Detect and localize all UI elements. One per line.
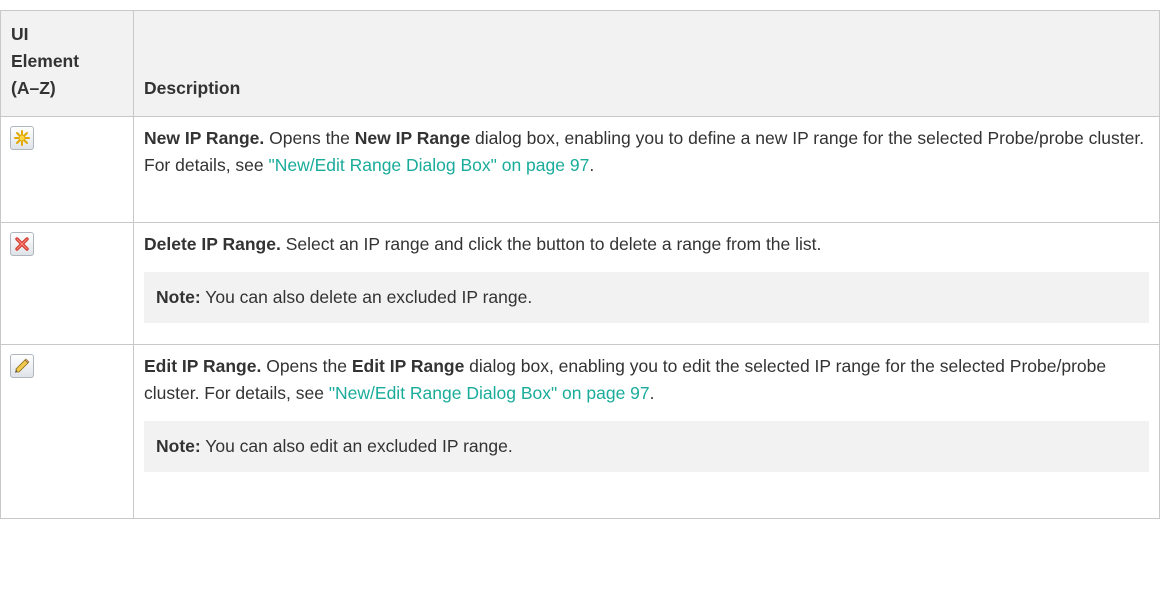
text-segment: . — [649, 383, 655, 403]
page: UI Element (A–Z) Description New IP Rang… — [0, 0, 1162, 599]
header-line-1: UI — [11, 24, 29, 44]
description-cell: Delete IP Range. Select an IP range and … — [133, 222, 1160, 345]
header-ui-element: UI Element (A–Z) — [0, 10, 134, 117]
description-cell: Edit IP Range. Opens the Edit IP Range d… — [133, 344, 1160, 519]
header-description: Description — [133, 10, 1160, 117]
note-label: Note: — [156, 436, 201, 456]
description-cell: New IP Range. Opens the New IP Range dia… — [133, 116, 1160, 223]
header-line-3: (A–Z) — [11, 78, 56, 98]
ui-elements-table: UI Element (A–Z) Description New IP Rang… — [0, 10, 1160, 519]
icon-cell — [0, 116, 134, 223]
note-text: You can also delete an excluded IP range… — [200, 287, 533, 307]
text-segment: Select an IP range and click the button … — [280, 234, 822, 254]
note-box: Note: You can also edit an excluded IP r… — [144, 421, 1149, 472]
text-segment: Opens the — [261, 356, 352, 376]
note-box: Note: You can also delete an excluded IP… — [144, 272, 1149, 323]
dialog-name: Edit IP Range — [351, 356, 465, 376]
cross-reference-link[interactable]: "New/Edit Range Dialog Box" on page 97 — [269, 155, 590, 175]
table-row: Edit IP Range. Opens the Edit IP Range d… — [0, 344, 1160, 519]
item-title: New IP Range. — [144, 128, 265, 148]
table-header-row: UI Element (A–Z) Description — [0, 10, 1160, 117]
new-star-icon[interactable] — [10, 126, 34, 150]
icon-cell — [0, 344, 134, 519]
description-text: Delete IP Range. Select an IP range and … — [144, 231, 1149, 258]
item-title: Delete IP Range. — [144, 234, 281, 254]
pencil-edit-icon[interactable] — [10, 354, 34, 378]
description-text: New IP Range. Opens the New IP Range dia… — [144, 125, 1149, 179]
cross-reference-link[interactable]: "New/Edit Range Dialog Box" on page 97 — [329, 383, 650, 403]
text-segment: . — [589, 155, 595, 175]
delete-x-icon[interactable] — [10, 232, 34, 256]
dialog-name: New IP Range — [354, 128, 471, 148]
note-label: Note: — [156, 287, 201, 307]
item-title: Edit IP Range. — [144, 356, 262, 376]
table-row: Delete IP Range. Select an IP range and … — [0, 222, 1160, 345]
note-text: You can also edit an excluded IP range. — [200, 436, 513, 456]
text-segment: Opens the — [264, 128, 355, 148]
table-row: New IP Range. Opens the New IP Range dia… — [0, 116, 1160, 223]
header-line-2: Element — [11, 51, 80, 71]
description-text: Edit IP Range. Opens the Edit IP Range d… — [144, 353, 1149, 407]
icon-cell — [0, 222, 134, 345]
